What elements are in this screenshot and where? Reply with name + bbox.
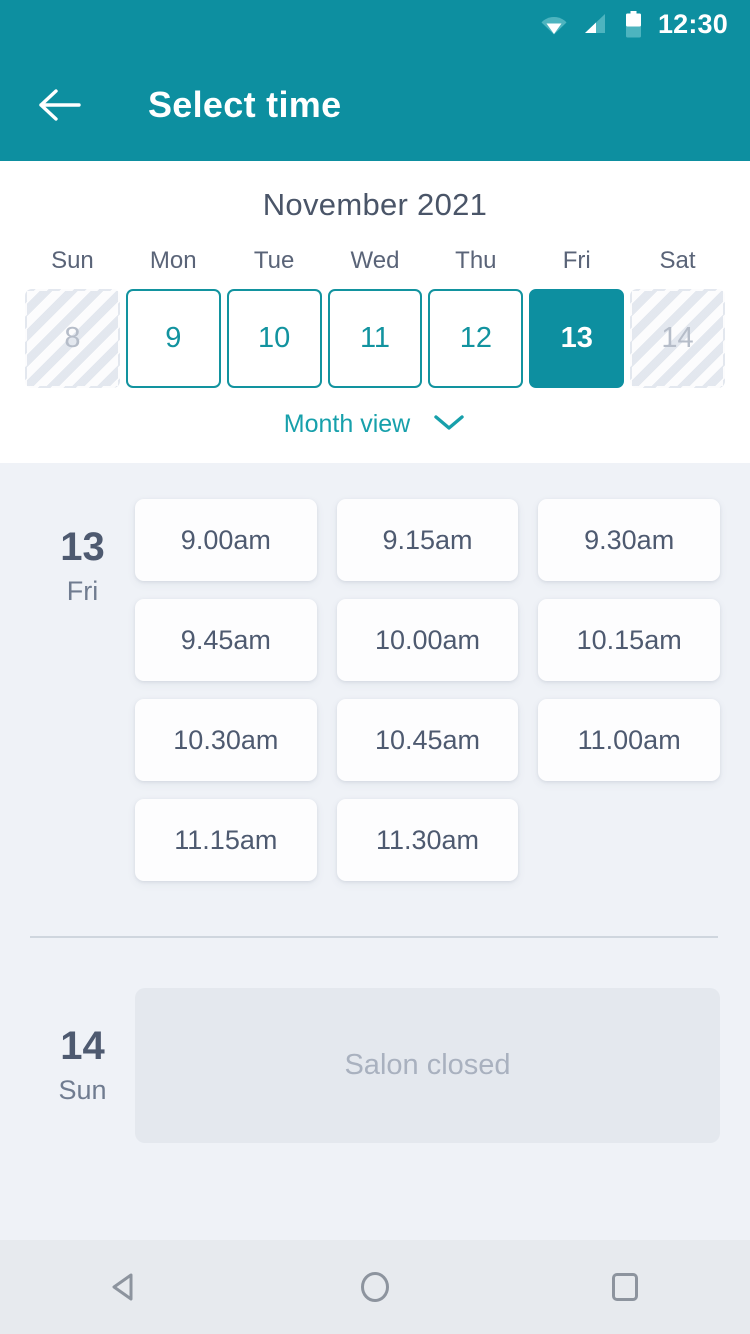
schedule-day-name: Fri (66, 576, 99, 606)
calendar-day-11[interactable]: 11 (327, 289, 423, 388)
time-slot[interactable]: 10.00am (336, 599, 519, 681)
time-slot[interactable]: 10.45am (336, 699, 519, 781)
weekday-label: Tue (253, 247, 295, 274)
time-slot[interactable]: 9.30am (538, 499, 720, 581)
time-slot[interactable]: 10.30am (135, 699, 317, 781)
weekday-label: Mon (149, 247, 197, 274)
calendar-day-13[interactable]: 13 (529, 289, 625, 388)
month-view-toggle[interactable]: Month view (0, 410, 750, 439)
schedule-day-label: 14 Sun (30, 988, 135, 1143)
weekday-label: Sun (51, 247, 94, 274)
schedule-day-number: 14 (60, 1024, 105, 1068)
page-title: Select time (148, 83, 342, 125)
schedule-day-number: 13 (60, 525, 105, 569)
back-button[interactable] (34, 79, 86, 131)
schedule-day-name: Sun (58, 1075, 107, 1105)
nav-recents-button[interactable] (580, 1257, 670, 1317)
schedule-day-14: 14 Sun Salon closed (0, 988, 750, 1143)
section-divider (30, 936, 718, 938)
time-slot-grid: 9.00am 9.15am 9.30am 9.45am 10.00am 10.1… (135, 489, 720, 881)
calendar-day-8: 8 (25, 289, 120, 388)
time-slot[interactable]: 9.15am (336, 499, 519, 581)
weekday-label: Fri (562, 247, 591, 274)
nav-recents-icon (612, 1273, 638, 1301)
nav-back-button[interactable] (80, 1257, 170, 1317)
weekday-label: Wed (350, 247, 400, 274)
calendar-day-9[interactable]: 9 (125, 289, 221, 388)
calendar-day-row: 8 9 10 11 12 13 14 (0, 289, 750, 388)
calendar-day-12[interactable]: 12 (428, 289, 524, 388)
time-slot[interactable]: 11.15am (135, 799, 317, 881)
status-icons (541, 10, 642, 38)
chevron-down-icon (432, 412, 466, 437)
schedule-day-13: 13 Fri 9.00am 9.15am 9.30am 9.45am 10.00… (0, 489, 750, 881)
nav-home-button[interactable] (330, 1257, 420, 1317)
battery-icon (625, 10, 642, 38)
nav-back-icon (112, 1273, 133, 1301)
phone-screen: 12:30 Select time November 2021 Sun Mon … (0, 0, 750, 1334)
status-bar: 12:30 (0, 0, 750, 48)
calendar-day-14: 14 (630, 289, 725, 388)
month-view-label: Month view (283, 410, 411, 438)
time-slot[interactable]: 9.00am (135, 499, 317, 581)
time-slot[interactable]: 9.45am (135, 599, 317, 681)
time-slot[interactable]: 11.30am (336, 799, 519, 881)
nav-home-icon (361, 1272, 389, 1302)
time-slot[interactable]: 11.00am (538, 699, 720, 781)
calendar-month-title: November 2021 (262, 187, 488, 222)
weekday-label: Sat (659, 247, 696, 274)
app-bar: Select time (0, 48, 750, 161)
cellular-signal-icon (583, 13, 609, 35)
salon-closed-card: Salon closed (135, 988, 720, 1143)
schedule-area: 13 Fri 9.00am 9.15am 9.30am 9.45am 10.00… (0, 463, 750, 1143)
schedule-day-label: 13 Fri (30, 489, 135, 881)
calendar-panel: November 2021 Sun Mon Tue Wed Thu Fri Sa… (0, 161, 750, 463)
calendar-weekday-header: Sun Mon Tue Wed Thu Fri Sat (0, 247, 750, 275)
time-slot[interactable]: 10.15am (538, 599, 720, 681)
arrow-left-icon (39, 88, 81, 121)
wifi-icon (541, 13, 567, 35)
calendar-day-10[interactable]: 10 (226, 289, 322, 388)
android-nav-bar (0, 1240, 750, 1334)
status-time: 12:30 (657, 8, 728, 39)
weekday-label: Thu (455, 247, 497, 274)
